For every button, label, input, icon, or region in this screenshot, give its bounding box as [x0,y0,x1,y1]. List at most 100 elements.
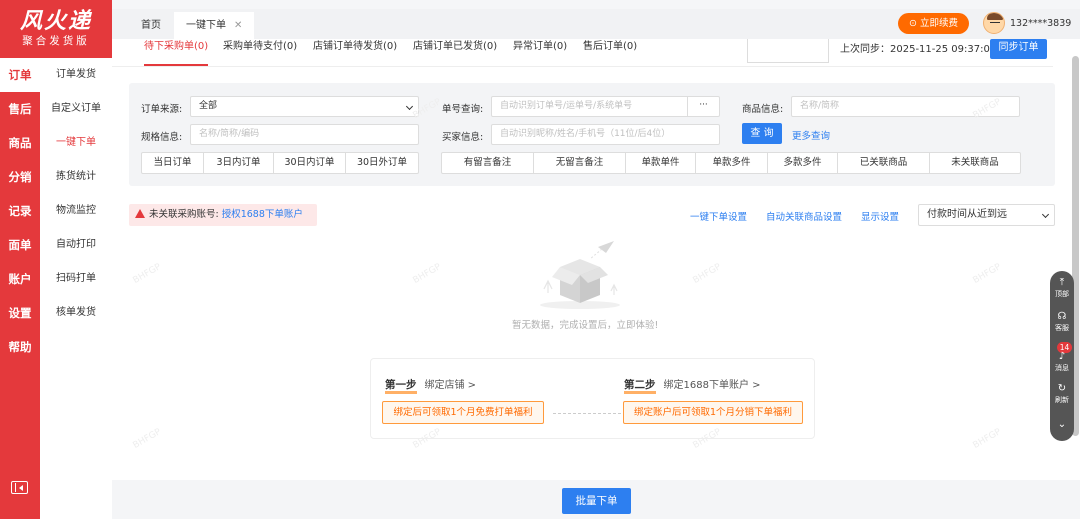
main-nav-item-distribution[interactable]: 分销 [0,160,40,194]
product-label: 商品信息: [742,104,784,115]
collapse-toolbar-button[interactable]: ⌄ [1050,419,1074,431]
main-nav-item-help[interactable]: 帮助 [0,330,40,364]
main-nav-item-settings[interactable]: 设置 [0,296,40,330]
main-nav-item-orders[interactable]: 订单 [0,58,40,92]
refresh-button[interactable]: ↻ 刷新 [1050,383,1074,405]
watermark: BHFGP [971,262,1003,286]
renew-label: 立即续费 [919,18,958,29]
user-avatar[interactable] [983,12,1005,34]
filter-linked-button[interactable]: 已关联商品 [838,153,930,173]
main-nav-item-account[interactable]: 账户 [0,262,40,296]
buyer-label: 买家信息: [442,132,484,143]
source-label: 订单来源: [141,104,183,115]
time-today-button[interactable]: 当日订单 [142,153,204,173]
last-sync-time: 上次同步：2025-11-25 09:37:07 [840,44,997,55]
filter-unlinked-button[interactable]: 未关联商品 [930,153,1020,173]
step-two-number: 第二步 [624,379,656,394]
main-nav-item-records[interactable]: 记录 [0,194,40,228]
more-query-link[interactable]: 更多查询 [792,128,830,142]
spec-label: 规格信息: [141,132,183,143]
batch-order-button[interactable]: 批量下单 [562,488,631,514]
logo-title: 风火递 [19,8,92,34]
main-nav-item-waybills[interactable]: 面单 [0,228,40,262]
step-one-number: 第一步 [385,379,417,394]
collapse-sidebar-icon[interactable] [11,481,28,494]
tab-pending-purchase[interactable]: 待下采购单(0) [144,39,209,66]
sub-nav-item-one-click-order[interactable]: 一键下单 [40,126,112,160]
display-settings-link[interactable]: 显示设置 [861,209,899,223]
close-icon[interactable]: ✕ [234,20,242,31]
filter-has-remark-button[interactable]: 有留言备注 [442,153,534,173]
sync-orders-button[interactable]: 同步订单 [990,39,1047,59]
chevron-down-circle-icon: ⌄ [1057,419,1067,430]
filter-panel: 订单来源: 全部 单号查询: 自动识别订单号/运单号/系统单号 ··· 商品信息… [129,83,1055,186]
watermark: BHFGP [131,427,163,451]
tab-home[interactable]: 首页 [141,12,161,39]
time-3days-button[interactable]: 3日内订单 [204,153,274,173]
tab-store-shipped[interactable]: 店铺订单已发货(0) [413,39,497,66]
tab-abnormal[interactable]: 异常订单(0) [513,39,567,66]
sort-value: 付款时间从近到远 [927,209,1007,220]
one-click-settings-link[interactable]: 一键下单设置 [690,209,747,223]
chevron-down-icon [405,102,414,111]
bottom-action-bar: 批量下单 [112,480,1080,519]
headset-icon: ☊ [1057,311,1067,322]
main-nav-item-products[interactable]: 商品 [0,126,40,160]
sub-nav-item-custom-order[interactable]: 自定义订单 [40,92,112,126]
step-one-benefit-button[interactable]: 绑定后可领取1个月免费打单福利 [382,401,544,424]
user-phone[interactable]: 132****3839 [1010,18,1071,29]
sub-nav: 订单发货 自定义订单 一键下单 拣货统计 物流监控 自动打印 扫码打单 核单发货 [40,58,112,519]
step-two-title[interactable]: 第二步 绑定1688下单账户 > [624,376,761,394]
filter-multi-multi-button[interactable]: 多款多件 [768,153,838,173]
watermark: BHFGP [971,427,1003,451]
sort-select[interactable]: 付款时间从近到远 [918,204,1055,226]
time-over-30days-button[interactable]: 30日外订单 [346,153,418,173]
tab-label: 一键下单 [186,20,226,31]
empty-state-text: 暂无数据，完成设置后，立即体验! [512,320,659,331]
time-range-group: 当日订单 3日内订单 30日内订单 30日外订单 [141,152,419,174]
sub-nav-item-scan-print[interactable]: 扫码打单 [40,262,112,296]
filter-single-item-button[interactable]: 单款单件 [626,153,696,173]
main-nav-item-aftersales[interactable]: 售后 [0,92,40,126]
buyer-input[interactable]: 自动识别昵称/姓名/手机号（11位/后4位） [491,124,720,145]
sub-nav-item-order-ship[interactable]: 订单发货 [40,58,112,92]
authorize-1688-link[interactable]: 授权1688下单账户 [222,209,303,220]
back-to-top-button[interactable]: ⤒ 顶部 [1050,277,1074,299]
watermark: BHFGP [691,262,723,286]
tab-purchase-unpaid[interactable]: 采购单待支付(0) [223,39,297,66]
customer-service-button[interactable]: ☊ 客服 [1050,311,1074,333]
auto-link-settings-link[interactable]: 自动关联商品设置 [766,209,842,223]
sub-nav-item-picking-stats[interactable]: 拣货统计 [40,160,112,194]
query-button[interactable]: 查 询 [742,123,782,144]
source-select[interactable]: 全部 [190,96,419,117]
app-root: 订单 售后 商品 分销 记录 面单 账户 设置 帮助 风火递 聚合发货版 订单发… [0,0,1080,519]
tab-one-click-order[interactable]: 一键下单 ✕ [174,12,255,39]
more-options-icon[interactable]: ··· [687,97,719,116]
back-to-top-label: 顶部 [1055,290,1069,298]
filter-no-remark-button[interactable]: 无留言备注 [534,153,626,173]
steps-connector [553,413,621,414]
warning-icon [135,209,145,218]
sub-nav-item-logistics-monitor[interactable]: 物流监控 [40,194,112,228]
filter-single-multi-button[interactable]: 单款多件 [696,153,768,173]
tab-aftersales[interactable]: 售后订单(0) [583,39,637,66]
step-one-title[interactable]: 第一步 绑定店铺 > [385,376,477,394]
main-content: 待下采购单(0) 采购单待支付(0) 店铺订单待发货(0) 店铺订单已发货(0)… [112,39,1080,519]
renew-button[interactable]: ⊙ 立即续费 [898,13,969,34]
messages-button[interactable]: ♪ 消息 [1050,351,1074,373]
sub-nav-item-verify-ship[interactable]: 核单发货 [40,296,112,330]
spec-input[interactable]: 名称/简称/编码 [190,124,419,145]
watermark: BHFGP [131,262,163,286]
sub-nav-item-auto-print[interactable]: 自动打印 [40,228,112,262]
step-one-link[interactable]: 绑定店铺 > [425,380,477,391]
logo-subtitle: 聚合发货版 [22,35,90,47]
step-two-link[interactable]: 绑定1688下单账户 > [664,380,761,391]
tab-store-unshipped[interactable]: 店铺订单待发货(0) [313,39,397,66]
order-status-tabs: 待下采购单(0) 采购单待支付(0) 店铺订单待发货(0) 店铺订单已发货(0)… [112,39,1053,67]
order-no-input[interactable]: 自动识别订单号/运单号/系统单号 ··· [491,96,720,117]
arrow-up-icon: ⤒ [1059,277,1065,288]
time-30days-button[interactable]: 30日内订单 [274,153,346,173]
floating-toolbar: ⤒ 顶部 ☊ 客服 14 ♪ 消息 ↻ 刷新 ⌄ [1050,271,1074,441]
step-two-benefit-button[interactable]: 绑定账户后可领取1个月分销下单福利 [623,401,803,424]
chevron-down-icon [1041,210,1050,219]
